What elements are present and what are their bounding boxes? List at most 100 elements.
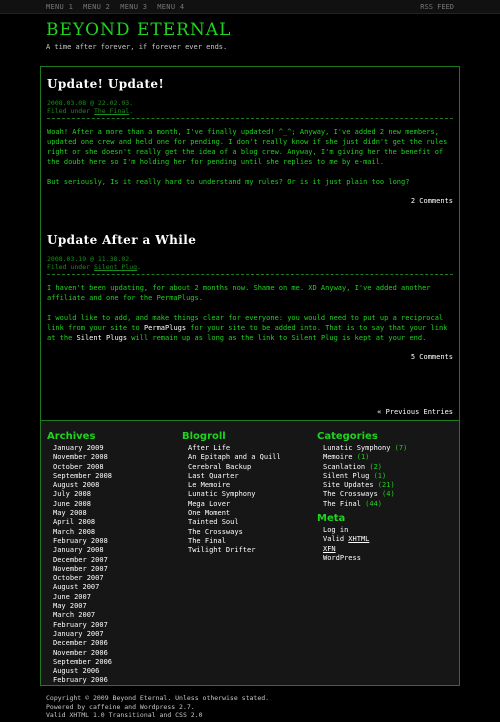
post-category-link[interactable]: Silent Plug — [94, 263, 137, 271]
archive-link[interactable]: February 2006 — [53, 676, 182, 685]
meta-heading: Meta — [317, 513, 346, 525]
category-count: (7) — [394, 444, 408, 452]
post-separator — [47, 274, 453, 275]
category-link[interactable]: Scanlation — [323, 463, 365, 471]
archive-link[interactable]: April 2008 — [53, 518, 182, 527]
xfn-link[interactable]: XFN — [323, 545, 452, 554]
archive-link[interactable]: November 2007 — [53, 565, 182, 574]
post-separator — [47, 118, 453, 119]
archive-link[interactable]: August 2006 — [53, 667, 182, 676]
archive-link[interactable]: May 2008 — [53, 509, 182, 518]
archives-list: January 2009 November 2008 October 2008 Sep… — [47, 444, 182, 686]
archive-link[interactable]: October 2008 — [53, 463, 182, 472]
category-item: Scanlation (2) — [323, 463, 452, 472]
post-paragraph: I haven't been updating, for about 2 mon… — [47, 284, 431, 302]
category-item: The Final (44) — [323, 500, 452, 509]
comments-link[interactable]: 5 Comments — [47, 353, 453, 361]
blogroll-link[interactable]: An Epitaph and a Quill — [188, 453, 317, 462]
post-date: 2008.03.19 @ 11.38.02. — [47, 255, 134, 263]
blogroll-link[interactable]: The Final — [188, 537, 317, 546]
text-segment: will remain up as long as the link to Si… — [127, 334, 427, 342]
archive-link[interactable]: August 2008 — [53, 481, 182, 490]
archive-link[interactable]: November 2008 — [53, 453, 182, 462]
wordpress-link[interactable]: WordPress — [323, 554, 452, 563]
previous-entries-link[interactable]: « Previous Entries — [377, 408, 453, 416]
category-item: Silent Plug (1) — [323, 472, 452, 481]
site-title[interactable]: BEYOND ETERNAL — [46, 20, 500, 40]
category-link[interactable]: The Crossways — [323, 490, 378, 498]
blogroll-link[interactable]: Last Quarter — [188, 472, 317, 481]
category-item: Site Updates (21) — [323, 481, 452, 490]
post-title[interactable]: Update After a While — [47, 233, 453, 247]
meta-list: Log in Valid XHTML XFN WordPress — [317, 526, 452, 563]
blogroll-link[interactable]: Mega Lover — [188, 500, 317, 509]
archives-heading: Archives — [47, 431, 96, 442]
category-count: (1) — [373, 471, 387, 480]
archive-link[interactable]: March 2008 — [53, 528, 182, 537]
archive-link[interactable]: August 2007 — [53, 583, 182, 592]
archive-link[interactable]: February 2007 — [53, 621, 182, 630]
rss-feed-link[interactable]: RSS FEED — [420, 3, 454, 11]
category-item: Lunatic Symphony (7) — [323, 444, 452, 453]
menu-link-4[interactable]: MENU 4 — [157, 3, 184, 11]
menu-link-3[interactable]: MENU 3 — [120, 3, 147, 11]
login-link[interactable]: Log in — [323, 526, 452, 535]
category-link[interactable]: Site Updates — [323, 481, 374, 489]
xhtml-link[interactable]: XHTML — [348, 535, 369, 543]
category-item: The Crossways (4) — [323, 490, 452, 499]
archive-link[interactable]: December 2007 — [53, 556, 182, 565]
post-filed: Filed under The Final. — [47, 107, 134, 115]
page-wrapper: Update! Update! 2008.03.08 @ 22.02.03. F… — [40, 66, 460, 686]
archive-link[interactable]: January 2009 — [53, 444, 182, 453]
post-category-link[interactable]: The Final — [94, 107, 129, 115]
menu-link-1[interactable]: MENU 1 — [46, 3, 73, 11]
content-area: Update! Update! 2008.03.08 @ 22.02.03. F… — [40, 66, 460, 421]
category-count: (21) — [377, 481, 395, 490]
blogroll-link[interactable]: Twilight Drifter — [188, 546, 317, 555]
permaplugs-link[interactable]: PermaPlugs — [144, 324, 186, 332]
archive-link[interactable]: December 2006 — [53, 639, 182, 648]
category-link[interactable]: Silent Plug — [323, 472, 369, 480]
blogroll-list: After Life An Epitaph and a Quill Cerebral… — [182, 444, 317, 556]
archive-link[interactable]: February 2008 — [53, 537, 182, 546]
site-tagline: A time after forever, if forever ever en… — [46, 43, 228, 51]
archive-link[interactable]: June 2008 — [53, 500, 182, 509]
archive-link[interactable]: November 2006 — [53, 649, 182, 658]
category-link[interactable]: The Final — [323, 500, 361, 508]
categories-column: Categories Lunatic Symphony (7) Memoire (… — [317, 431, 452, 685]
blogroll-link[interactable]: One Moment — [188, 509, 317, 518]
blogroll-link[interactable]: Le Memoire — [188, 481, 317, 490]
archive-link[interactable]: September 2008 — [53, 472, 182, 481]
comments-link[interactable]: 2 Comments — [47, 197, 453, 205]
category-link[interactable]: Memoire — [323, 453, 353, 461]
archive-link[interactable]: September 2006 — [53, 658, 182, 667]
category-link[interactable]: Lunatic Symphony — [323, 444, 390, 452]
blogroll-link[interactable]: After Life — [188, 444, 317, 453]
post-filed: Filed under Silent Plug. — [47, 263, 141, 271]
blogroll-column: Blogroll After Life An Epitaph and a Quil… — [182, 431, 317, 685]
menu-link-2[interactable]: MENU 2 — [83, 3, 110, 11]
archive-link[interactable]: May 2007 — [53, 602, 182, 611]
blogroll-link[interactable]: The Crossways — [188, 528, 317, 537]
silent-plugs-link[interactable]: Silent Plugs — [77, 334, 128, 342]
archive-link[interactable]: January 2007 — [53, 630, 182, 639]
blogroll-link[interactable]: Lunatic Symphony — [188, 490, 317, 499]
filed-label: Filed under — [47, 107, 94, 115]
category-count: (1) — [356, 453, 370, 462]
category-count: (4) — [382, 490, 395, 499]
archive-link[interactable]: March 2007 — [53, 611, 182, 620]
xfn-label: XFN — [323, 544, 336, 553]
archive-link[interactable]: October 2007 — [53, 574, 182, 583]
archive-link[interactable]: July 2008 — [53, 490, 182, 499]
post-title[interactable]: Update! Update! — [47, 77, 453, 91]
archive-link[interactable]: June 2007 — [53, 593, 182, 602]
post-paragraph: Woah! After a more than a month, I've fi… — [47, 128, 448, 166]
blogroll-link[interactable]: Cerebral Backup — [188, 463, 317, 472]
validity-line: Valid XHTML 1.0 Transitional and CSS 2.0 — [46, 711, 203, 719]
archive-link[interactable]: January 2008 — [53, 546, 182, 555]
post: Update After a While 2008.03.19 @ 11.38.… — [47, 233, 453, 361]
blogroll-link[interactable]: Tainted Soul — [188, 518, 317, 527]
category-count: (44) — [365, 499, 383, 508]
archives-column: Archives January 2009 November 2008 Octobe… — [47, 431, 182, 685]
copyright-line: Copyright © 2009 Beyond Eternal. Unless … — [46, 694, 270, 702]
